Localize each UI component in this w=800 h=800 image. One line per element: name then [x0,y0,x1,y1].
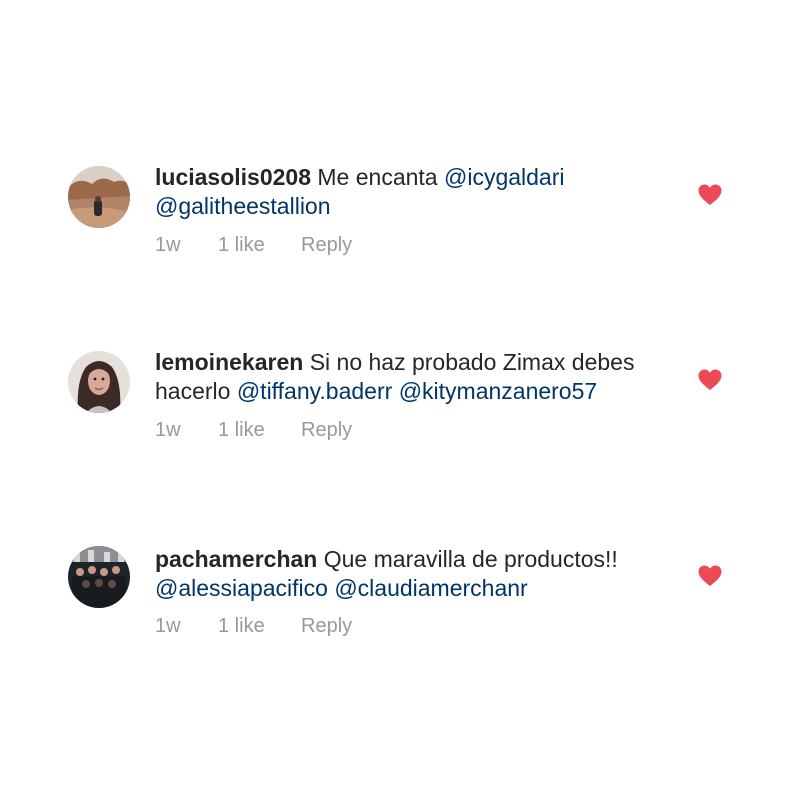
like-count[interactable]: 1 like [218,233,265,257]
reply-button[interactable]: Reply [301,418,352,442]
comment-time: 1w [155,234,181,256]
mention-link[interactable]: @icygaldari [444,164,565,190]
heart-filled-icon[interactable] [698,184,722,206]
like-count[interactable]: 1 like [218,418,265,442]
heart-filled-icon[interactable] [698,565,722,587]
mention-link[interactable]: @kitymanzanero57 [399,378,598,404]
comment-text: Me encanta [317,164,444,190]
mention-link[interactable]: @alessiapacifico [155,575,328,601]
comment-time: 1w [155,615,181,637]
mention-link[interactable]: @galitheestallion [155,193,331,219]
avatar-image [68,546,130,608]
comment-body: lemoinekaren Si no haz probado Zimax deb… [155,348,675,406]
avatar[interactable] [68,351,130,413]
reply-button[interactable]: Reply [301,233,352,257]
comments-screen: luciasolis0208 Me encanta @icygaldari @g… [0,0,800,800]
mention-link[interactable]: @tiffany.baderr [237,378,392,404]
comment-text: Si no haz probado Zimax debes [309,349,635,375]
comment-username[interactable]: pachamerchan [155,546,317,572]
avatar[interactable] [68,166,130,228]
comment-username[interactable]: lemoinekaren [155,349,303,375]
comment-text: Que maravilla de productos!! [323,546,618,572]
comment-username[interactable]: luciasolis0208 [155,164,311,190]
mention-link[interactable]: @claudiamerchanr [334,575,527,601]
comment-time: 1w [155,419,181,441]
reply-button[interactable]: Reply [301,614,352,638]
avatar-image [68,351,130,413]
like-count[interactable]: 1 like [218,614,265,638]
comment-text: hacerlo [155,378,237,404]
avatar[interactable] [68,546,130,608]
avatar-image [68,166,130,228]
heart-filled-icon[interactable] [698,369,722,391]
comment-body: luciasolis0208 Me encanta @icygaldari @g… [155,163,675,221]
comment-body: pachamerchan Que maravilla de productos!… [155,545,675,603]
